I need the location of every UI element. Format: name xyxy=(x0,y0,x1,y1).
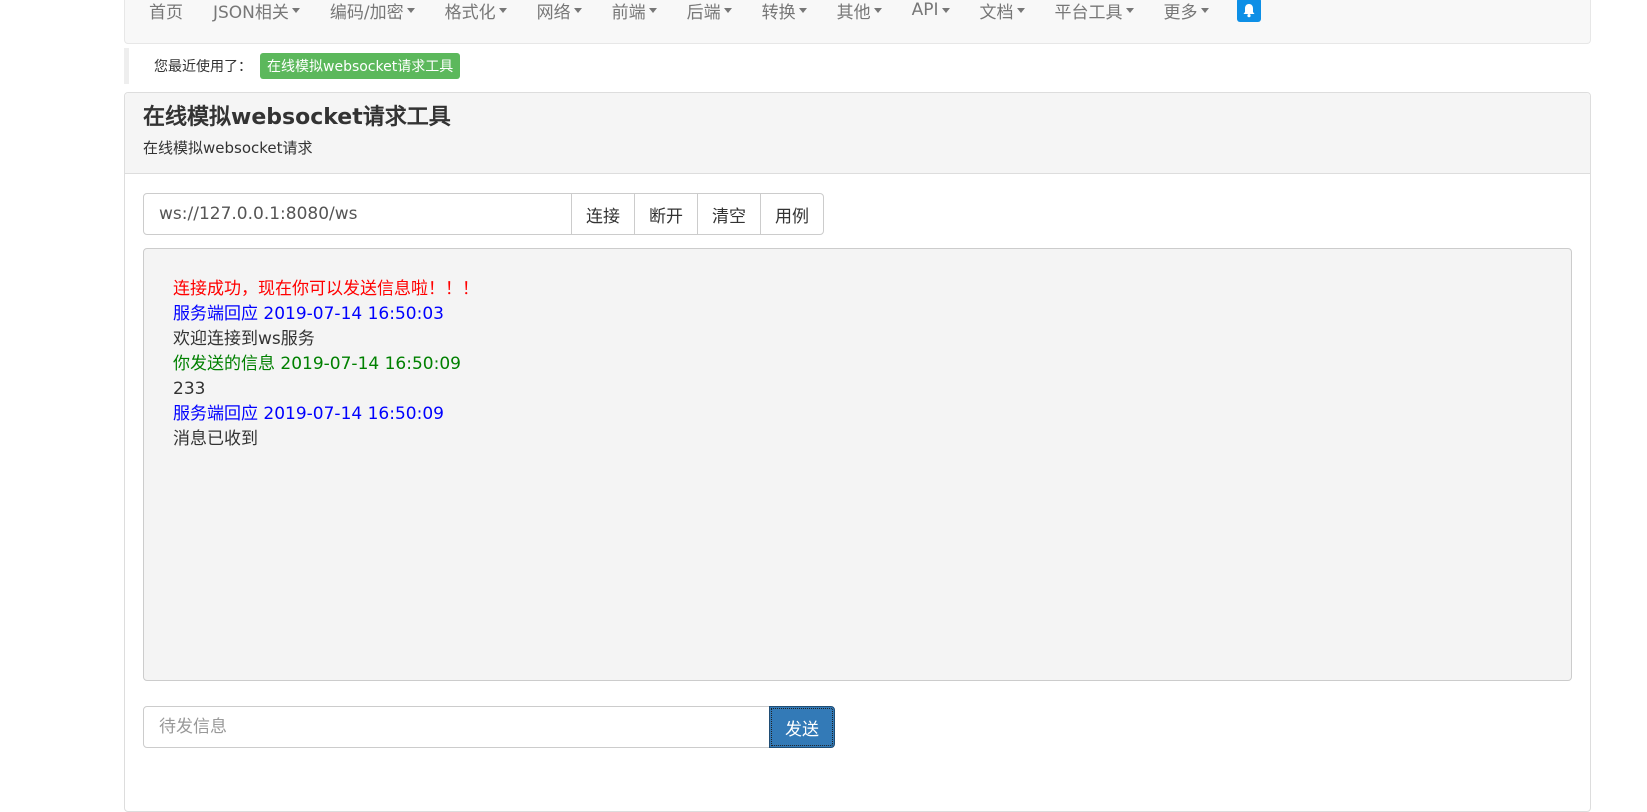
recent-tool-badge[interactable]: 在线模拟websocket请求工具 xyxy=(260,53,461,79)
caret-down-icon xyxy=(798,7,807,13)
nav-item-convert[interactable]: 转换 xyxy=(761,0,807,23)
log-line: 消息已收到 xyxy=(173,429,258,449)
tool-panel: 在线模拟websocket请求工具 在线模拟websocket请求 连接 断开 … xyxy=(124,92,1591,812)
nav-item-label: 首页 xyxy=(149,2,183,23)
nav-item-label: 前端 xyxy=(611,2,646,23)
nav-item-encoding[interactable]: 编码/加密 xyxy=(329,0,415,23)
websocket-url-input[interactable] xyxy=(143,193,572,235)
nav-item-api[interactable]: API xyxy=(912,0,950,22)
nav-item-other[interactable]: 其他 xyxy=(836,0,882,23)
nav-item-platform-tools[interactable]: 平台工具 xyxy=(1054,0,1134,23)
nav-item-network[interactable]: 网络 xyxy=(536,0,582,23)
log-line: 欢迎连接到ws服务 xyxy=(173,329,315,349)
caret-down-icon xyxy=(291,7,300,13)
log-line: 连接成功，现在你可以发送信息啦！！！ xyxy=(173,279,479,299)
nav-item-docs[interactable]: 文档 xyxy=(979,0,1025,23)
nav-item-label: 后端 xyxy=(686,2,721,23)
message-log[interactable]: 连接成功，现在你可以发送信息啦！！！ 服务端回应 2019-07-14 16:5… xyxy=(143,248,1572,681)
nav-item-home[interactable]: 首页 xyxy=(149,0,183,23)
caret-down-icon xyxy=(573,7,582,13)
recent-label: 您最近使用了： xyxy=(154,59,252,75)
caret-down-icon xyxy=(1125,7,1134,13)
log-line: 233 xyxy=(173,379,206,399)
nav-item-label: 格式化 xyxy=(444,2,496,23)
log-line: 你发送的信息 2019-07-14 16:50:09 xyxy=(173,354,461,374)
caret-down-icon xyxy=(941,7,950,13)
nav-item-label: 平台工具 xyxy=(1054,2,1123,23)
example-button[interactable]: 用例 xyxy=(760,193,824,235)
connection-controls: 连接 断开 清空 用例 xyxy=(143,193,824,235)
nav-item-label: JSON相关 xyxy=(213,2,289,23)
message-input[interactable] xyxy=(143,706,770,748)
caret-down-icon xyxy=(723,7,732,13)
nav-item-label: 文档 xyxy=(979,2,1014,23)
nav-item-format[interactable]: 格式化 xyxy=(444,0,507,23)
nav-item-label: 转换 xyxy=(761,2,796,23)
nav-menu: 首页 JSON相关 编码/加密 格式化 网络 前端 后端 转换 其他 API 文… xyxy=(149,0,1261,23)
nav-item-label: 网络 xyxy=(536,2,571,23)
caret-down-icon xyxy=(648,7,657,13)
page-title: 在线模拟websocket请求工具 xyxy=(143,105,451,130)
top-navbar: 首页 JSON相关 编码/加密 格式化 网络 前端 后端 转换 其他 API 文… xyxy=(124,0,1591,44)
nav-item-frontend[interactable]: 前端 xyxy=(611,0,657,23)
clear-button[interactable]: 清空 xyxy=(697,193,761,235)
nav-item-label: API xyxy=(911,0,939,20)
nav-item-backend[interactable]: 后端 xyxy=(686,0,732,23)
send-controls: 发送 xyxy=(143,706,835,748)
caret-down-icon xyxy=(406,7,415,13)
log-line: 服务端回应 2019-07-14 16:50:03 xyxy=(173,304,444,324)
bell-icon xyxy=(1243,3,1255,17)
nav-item-label: 其他 xyxy=(836,2,871,23)
page-subtitle: 在线模拟websocket请求 xyxy=(143,139,313,157)
log-line: 服务端回应 2019-07-14 16:50:09 xyxy=(173,404,444,424)
notification-button[interactable] xyxy=(1236,0,1261,22)
panel-heading: 在线模拟websocket请求工具 在线模拟websocket请求 xyxy=(125,93,1590,174)
nav-item-label: 更多 xyxy=(1163,2,1198,23)
nav-item-json[interactable]: JSON相关 xyxy=(213,0,300,23)
nav-item-label: 编码/加密 xyxy=(329,2,404,23)
caret-down-icon xyxy=(1016,7,1025,13)
connect-button[interactable]: 连接 xyxy=(571,193,635,235)
caret-down-icon xyxy=(498,7,507,13)
send-button[interactable]: 发送 xyxy=(769,706,835,748)
recent-tools-bar: 您最近使用了： 在线模拟websocket请求工具 xyxy=(124,48,1591,84)
caret-down-icon xyxy=(873,7,882,13)
disconnect-button[interactable]: 断开 xyxy=(634,193,698,235)
caret-down-icon xyxy=(1200,7,1209,13)
nav-item-more[interactable]: 更多 xyxy=(1163,0,1209,23)
